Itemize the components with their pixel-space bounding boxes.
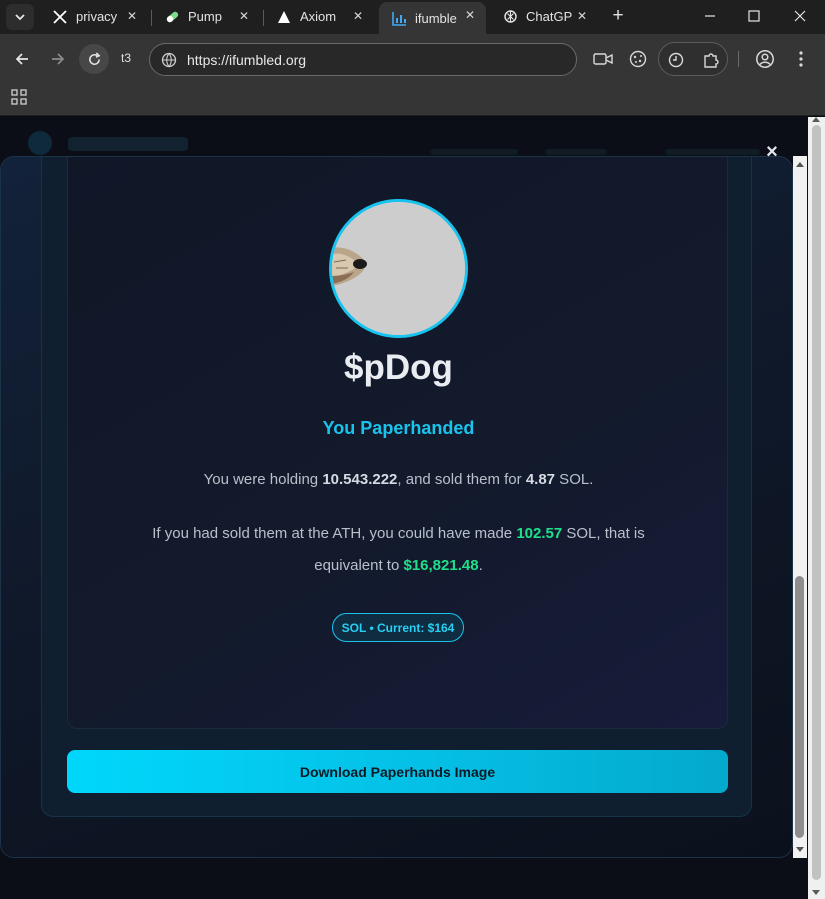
bar-chart-icon [391, 10, 407, 26]
token-avatar [329, 199, 468, 338]
chevron-down-icon [15, 14, 25, 21]
ath-sol-amount: 102.57 [516, 525, 563, 542]
download-image-button[interactable]: Download Paperhands Image [67, 750, 728, 793]
apps-grid-icon[interactable] [11, 89, 29, 107]
scroll-up-arrow-icon[interactable] [812, 117, 820, 122]
tab-title: privacy [76, 9, 118, 24]
sol-price-badge: SOL • Current: $164 [332, 613, 464, 642]
close-window-icon[interactable] [788, 6, 812, 26]
minimize-icon[interactable] [698, 6, 722, 26]
axiom-triangle-icon [276, 9, 292, 25]
back-arrow-icon[interactable] [7, 44, 37, 74]
tab-search-menu-button[interactable] [6, 4, 34, 30]
reload-icon[interactable] [79, 44, 109, 74]
puzzle-extension-icon[interactable] [700, 49, 722, 71]
tab-title: ifumbled [415, 10, 457, 26]
tab-privacy[interactable]: privacy ✕ [40, 3, 148, 30]
background-nav-link [545, 149, 607, 155]
background-brand [68, 137, 188, 151]
close-tab-icon[interactable]: ✕ [462, 7, 478, 23]
tab-strip: privacy ✕ Pump ✕ Axiom ✕ ifumbled ✕ Chat… [0, 0, 825, 34]
holding-suffix: SOL. [555, 471, 594, 488]
scroll-down-arrow-icon[interactable] [812, 890, 820, 895]
dog-snout-image [332, 202, 465, 335]
site-info-icon[interactable] [161, 52, 177, 68]
url-text[interactable]: https://ifumbled.org [187, 52, 306, 68]
result-card-frame: $pDog You Paperhanded You were holding 1… [41, 157, 752, 817]
close-icon[interactable]: × [760, 140, 784, 164]
tab-pump[interactable]: Pump ✕ [152, 3, 260, 30]
scroll-up-arrow-icon[interactable] [796, 162, 804, 167]
token-name: $pDog [344, 348, 453, 387]
ath-suffix: . [478, 557, 483, 574]
paperhands-modal: $pDog You Paperhanded You were holding 1… [0, 156, 793, 858]
cookie-icon[interactable] [627, 48, 649, 70]
profile-avatar-icon[interactable] [754, 48, 776, 70]
holding-prefix: You were holding [203, 471, 323, 488]
history-sync-icon[interactable] [665, 49, 687, 71]
new-tab-plus-icon[interactable]: + [608, 6, 628, 26]
address-bar[interactable]: https://ifumbled.org [149, 43, 577, 76]
tab-title: ChatGPT [526, 9, 572, 24]
forward-arrow-icon[interactable] [43, 44, 73, 74]
toolbar-divider [738, 51, 739, 67]
extensions-group [658, 42, 728, 76]
page-scrollbar[interactable] [808, 117, 825, 899]
tab-ifumbled[interactable]: ifumbled ✕ [379, 2, 486, 34]
tab-chatgpt[interactable]: ChatGPT ✕ [490, 3, 598, 30]
sold-for-amount: 4.87 [525, 471, 556, 488]
background-nav-link [430, 149, 518, 155]
background-logo [28, 131, 52, 155]
tab-axiom[interactable]: Axiom ✕ [264, 3, 374, 30]
close-tab-icon[interactable]: ✕ [236, 8, 252, 24]
tab-title: Axiom [300, 9, 337, 24]
modal-scrollbar-thumb[interactable] [795, 576, 804, 838]
maximize-icon[interactable] [742, 6, 766, 26]
background-nav-link [665, 149, 760, 155]
pill-icon [164, 9, 180, 25]
more-menu-icon[interactable] [790, 48, 812, 70]
close-tab-icon[interactable]: ✕ [350, 8, 366, 24]
x-logo-icon [52, 9, 68, 25]
scroll-down-arrow-icon[interactable] [796, 847, 804, 852]
page-scrollbar-thumb[interactable] [812, 125, 821, 880]
close-tab-icon[interactable]: ✕ [124, 8, 140, 24]
holding-middle: , and sold them for [397, 471, 526, 488]
bookmarks-bar [0, 84, 825, 116]
toolbar-label[interactable]: t3 [121, 51, 131, 65]
tab-title: Pump [188, 9, 222, 24]
ath-prefix: If you had sold them at the ATH, you cou… [152, 525, 517, 542]
modal-scrollbar[interactable] [793, 156, 807, 858]
openai-icon [502, 9, 518, 25]
ath-usd-amount: $16,821.48 [403, 557, 479, 574]
close-tab-icon[interactable]: ✕ [574, 8, 590, 24]
browser-toolbar: t3 https://ifumbled.org [0, 34, 825, 84]
result-status: You Paperhanded [322, 418, 475, 438]
holding-summary: You were holding 10.543.222, and sold th… [68, 471, 729, 488]
camera-icon[interactable] [592, 48, 614, 70]
result-card: $pDog You Paperhanded You were holding 1… [67, 157, 729, 729]
holding-amount: 10.543.222 [322, 471, 398, 488]
ath-summary: If you had sold them at the ATH, you cou… [118, 518, 679, 582]
